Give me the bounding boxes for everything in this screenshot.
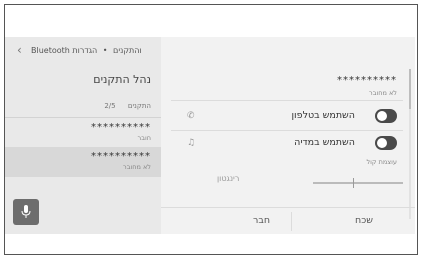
forget-button[interactable]: שכח bbox=[355, 215, 373, 226]
use-media-toggle[interactable] bbox=[375, 136, 397, 150]
action-separator bbox=[291, 212, 292, 231]
use-phone-row[interactable]: ✆ השתמש בטלפון bbox=[161, 104, 415, 130]
bluetooth-device-screen: ‹ Bluetooth והתקנים • הגדרות נהל התקנים … bbox=[5, 37, 415, 234]
page-title: נהל התקנים bbox=[93, 73, 151, 86]
device-count: 2/5 bbox=[104, 102, 116, 110]
action-bar: חבר שכח bbox=[161, 207, 415, 235]
selected-device-status: לא מחובר bbox=[369, 89, 397, 97]
device-list-header: התקנים 2/5 bbox=[104, 102, 151, 110]
chevron-left-icon[interactable]: ‹ bbox=[17, 44, 22, 56]
phone-icon: ✆ bbox=[187, 111, 195, 121]
ringtone-label: רינגטון bbox=[217, 174, 240, 183]
device-name: ********** bbox=[91, 122, 151, 133]
breadcrumb: Bluetooth והתקנים • הגדרות bbox=[31, 46, 145, 55]
divider bbox=[171, 100, 403, 101]
toggle-knob bbox=[377, 138, 387, 148]
scrollbar-thumb[interactable] bbox=[409, 69, 411, 109]
device-name: ********** bbox=[91, 151, 151, 162]
device-list-item-selected[interactable]: ********** לא מחובר bbox=[5, 147, 161, 177]
breadcrumb-separator: • bbox=[102, 46, 108, 55]
breadcrumb-settings[interactable]: הגדרות bbox=[72, 46, 97, 55]
use-media-row[interactable]: ♫ השתמש במדיה bbox=[161, 131, 415, 157]
device-detail-panel: ********** לא מחובר ✆ השתמש בטלפון ♫ השת… bbox=[161, 37, 415, 234]
use-phone-toggle[interactable] bbox=[375, 109, 397, 123]
volume-label: עוצמת קול bbox=[366, 158, 397, 166]
volume-slider-handle[interactable] bbox=[353, 178, 354, 188]
use-phone-label: השתמש בטלפון bbox=[291, 110, 355, 121]
device-status: לא מחובר bbox=[123, 163, 151, 171]
music-note-icon: ♫ bbox=[187, 138, 196, 148]
selected-device-name: ********** bbox=[337, 75, 397, 86]
ringtone-row[interactable]: רינגטון bbox=[161, 171, 415, 191]
toggle-knob bbox=[377, 111, 387, 121]
microphone-icon bbox=[21, 205, 31, 218]
device-list-label: התקנים bbox=[127, 102, 151, 110]
volume-slider[interactable] bbox=[313, 182, 403, 184]
use-media-label: השתמש במדיה bbox=[294, 137, 355, 148]
voice-command-button[interactable] bbox=[13, 199, 39, 225]
connect-button[interactable]: חבר bbox=[253, 215, 270, 226]
device-status: חובר bbox=[137, 134, 151, 142]
device-list-item[interactable]: ********** חובר bbox=[5, 117, 161, 145]
device-list-panel: ‹ Bluetooth והתקנים • הגדרות נהל התקנים … bbox=[5, 37, 161, 234]
